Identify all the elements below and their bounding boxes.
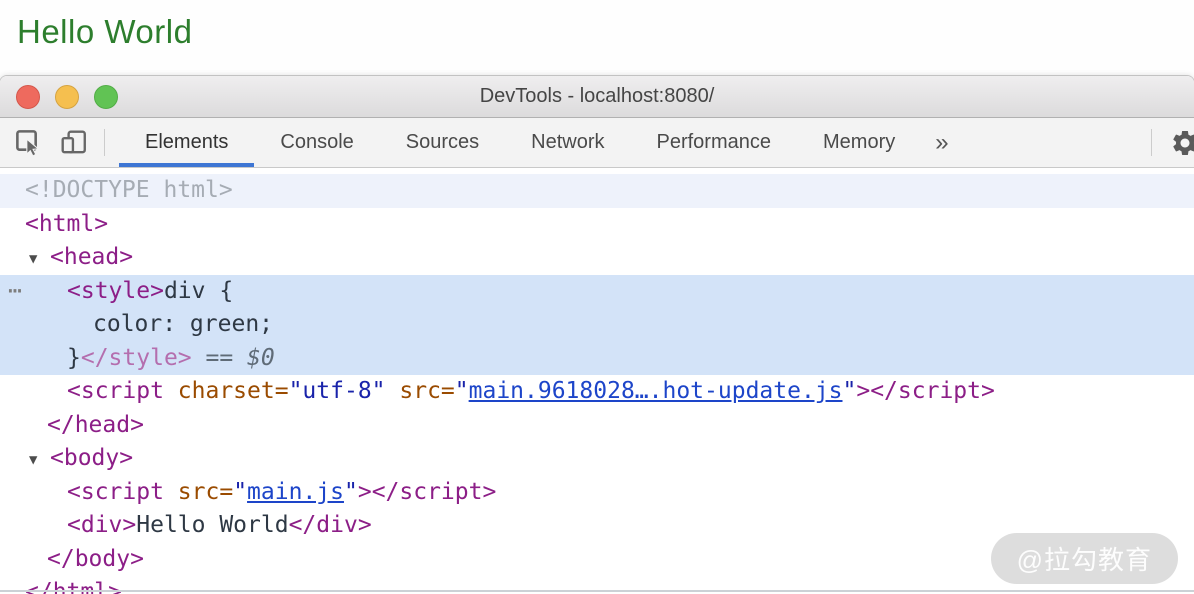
style-open-row[interactable]: ⋯ <style>div { bbox=[0, 275, 1194, 309]
tab-console[interactable]: Console bbox=[254, 118, 379, 167]
drawer-divider bbox=[0, 590, 1194, 592]
screen: Hello World DevTools - localhost:8080/ bbox=[0, 0, 1194, 594]
devtools-toolbar: ElementsConsoleSourcesNetworkPerformance… bbox=[0, 118, 1194, 168]
expand-arrow-icon[interactable]: ▼ bbox=[29, 444, 50, 478]
code-token: <!DOCTYPE html> bbox=[25, 177, 233, 203]
code-token: </div> bbox=[289, 512, 372, 538]
expand-arrow-icon[interactable]: ▼ bbox=[29, 243, 50, 277]
code-token: } bbox=[67, 345, 81, 371]
tab-network[interactable]: Network bbox=[505, 118, 630, 167]
code-token: <style> bbox=[67, 278, 164, 304]
code-token: </body> bbox=[47, 546, 144, 572]
doctype-row[interactable]: <!DOCTYPE html> bbox=[0, 174, 1194, 208]
code-token bbox=[164, 378, 178, 404]
settings-gear-icon[interactable] bbox=[1166, 118, 1194, 167]
toolbar-spacer bbox=[963, 118, 1137, 167]
script-hotupdate-row[interactable]: <script charset="utf-8" src="main.961802… bbox=[0, 375, 1194, 409]
inspect-icon[interactable] bbox=[13, 118, 45, 167]
code-token: " bbox=[455, 378, 469, 404]
code-token: $0 bbox=[247, 345, 275, 371]
code-token: <html> bbox=[25, 211, 108, 237]
code-token: src= bbox=[178, 479, 233, 505]
style-css-row[interactable]: color: green; bbox=[0, 308, 1194, 342]
device-toolbar-icon[interactable] bbox=[58, 118, 90, 167]
script-mainjs-row[interactable]: <script src="main.js"></script> bbox=[0, 476, 1194, 510]
html-open-row[interactable]: <html> bbox=[0, 208, 1194, 242]
code-token: <div> bbox=[67, 512, 136, 538]
window-title: DevTools - localhost:8080/ bbox=[0, 85, 1194, 108]
code-token: color: green; bbox=[93, 311, 273, 337]
code-token: ></script> bbox=[856, 378, 994, 404]
node-options-dots-icon[interactable]: ⋯ bbox=[8, 275, 23, 309]
more-tabs-button[interactable]: » bbox=[921, 118, 962, 167]
titlebar[interactable]: DevTools - localhost:8080/ bbox=[0, 76, 1194, 118]
toolbar-divider-right bbox=[1151, 129, 1152, 156]
code-token bbox=[386, 378, 400, 404]
code-token: Hello World bbox=[136, 512, 288, 538]
watermark: @拉勾教育 bbox=[991, 533, 1178, 584]
tab-performance[interactable]: Performance bbox=[631, 118, 798, 167]
resource-link[interactable]: main.9618028….hot-update.js bbox=[469, 378, 843, 404]
traffic-lights bbox=[16, 76, 118, 117]
tab-sources[interactable]: Sources bbox=[380, 118, 505, 167]
head-close-row[interactable]: </head> bbox=[0, 409, 1194, 443]
tab-strip: ElementsConsoleSourcesNetworkPerformance… bbox=[119, 118, 921, 167]
style-close-row[interactable]: }</style> == $0 bbox=[0, 342, 1194, 376]
devtools-window: DevTools - localhost:8080/ ElementsConso… bbox=[0, 76, 1194, 594]
code-token: </head> bbox=[47, 412, 144, 438]
fullscreen-button[interactable] bbox=[94, 85, 118, 109]
code-token: <head> bbox=[50, 244, 133, 270]
code-token: " bbox=[233, 479, 247, 505]
code-token: </style> bbox=[81, 345, 192, 371]
tab-elements[interactable]: Elements bbox=[119, 118, 254, 167]
code-token: <body> bbox=[50, 445, 133, 471]
head-open-row[interactable]: ▼<head> bbox=[0, 241, 1194, 275]
minimize-button[interactable] bbox=[55, 85, 79, 109]
code-token: <script bbox=[67, 479, 164, 505]
code-token: " bbox=[843, 378, 857, 404]
resource-link[interactable]: main.js bbox=[247, 479, 344, 505]
code-token: charset= bbox=[178, 378, 289, 404]
page-heading: Hello World bbox=[17, 13, 192, 51]
code-token: src= bbox=[399, 378, 454, 404]
code-token: <script bbox=[67, 378, 164, 404]
tab-memory[interactable]: Memory bbox=[797, 118, 921, 167]
code-token bbox=[164, 479, 178, 505]
code-token: " bbox=[344, 479, 358, 505]
code-token: == bbox=[192, 345, 247, 371]
toolbar-divider bbox=[104, 129, 105, 156]
elements-panel: <!DOCTYPE html><html>▼<head>⋯<style>div … bbox=[0, 169, 1194, 594]
body-open-row[interactable]: ▼<body> bbox=[0, 442, 1194, 476]
code-token: ></script> bbox=[358, 479, 496, 505]
rendered-page: Hello World bbox=[0, 0, 1194, 76]
code-token: div { bbox=[164, 278, 233, 304]
code-token: "utf-8" bbox=[289, 378, 386, 404]
close-button[interactable] bbox=[16, 85, 40, 109]
